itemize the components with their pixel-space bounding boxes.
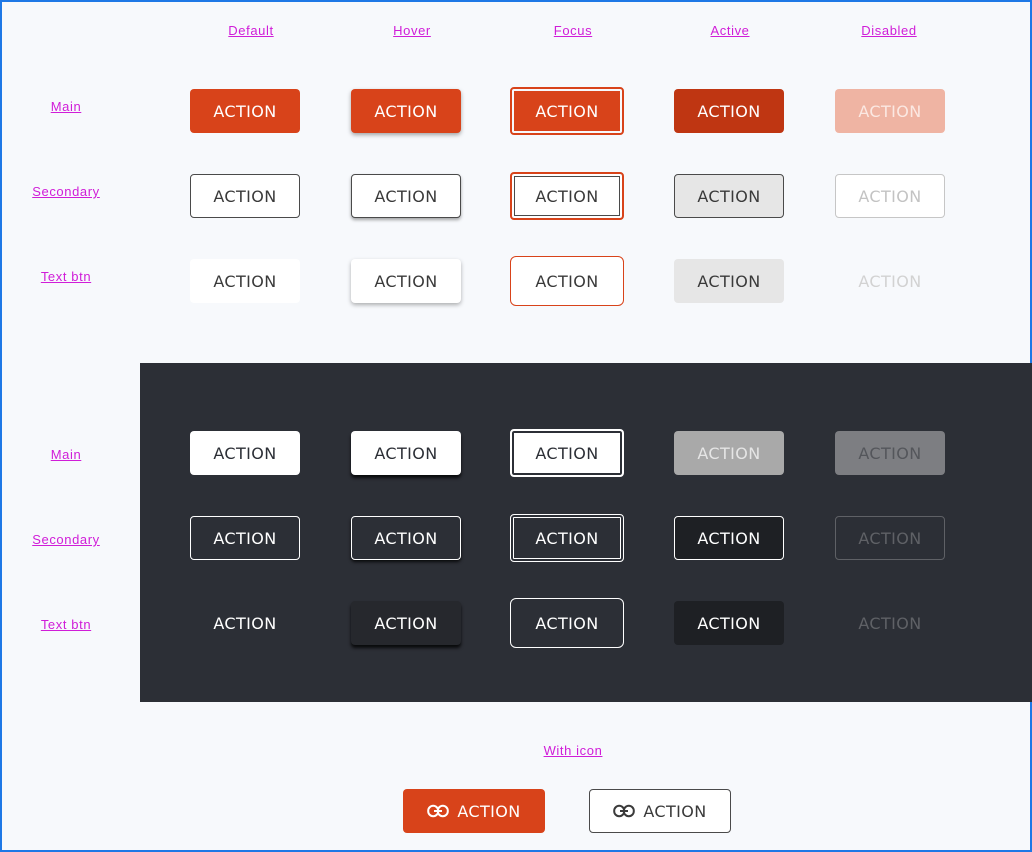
dark-main-disabled-button: ACTION (835, 431, 945, 475)
dark-row-label-secondary: Secondary (32, 532, 100, 547)
link-icon (427, 804, 450, 818)
dark-main-default-button[interactable]: ACTION (190, 431, 300, 475)
section-label-with-icon: With icon (543, 743, 603, 758)
light-text-disabled-button: ACTION (858, 271, 922, 291)
column-label-default: Default (228, 23, 274, 38)
link-icon (613, 804, 636, 818)
secondary-icon-button-label: ACTION (643, 801, 707, 821)
light-text-hover-button[interactable]: ACTION (351, 259, 461, 303)
column-label-disabled: Disabled (861, 23, 917, 38)
secondary-icon-button[interactable]: ACTION (589, 789, 731, 833)
dark-main-focus-button[interactable]: ACTION (510, 429, 624, 477)
dark-row-label-text-btn: Text btn (40, 617, 92, 632)
dark-main-hover-button[interactable]: ACTION (351, 431, 461, 475)
dark-secondary-active-button[interactable]: ACTION (674, 516, 784, 560)
dark-text-active-button[interactable]: ACTION (674, 601, 784, 645)
main-icon-button-label: ACTION (457, 801, 521, 821)
dark-secondary-default-button[interactable]: ACTION (190, 516, 300, 560)
dark-row-label-main: Main (50, 447, 82, 462)
dark-text-hover-button[interactable]: ACTION (351, 601, 461, 645)
main-icon-button[interactable]: ACTION (403, 789, 545, 833)
light-main-focus-button[interactable]: ACTION (510, 87, 624, 135)
dark-main-active-button[interactable]: ACTION (674, 431, 784, 475)
column-label-active: Active (710, 23, 750, 38)
column-label-focus: Focus (553, 23, 593, 38)
light-secondary-disabled-button: ACTION (835, 174, 945, 218)
dark-text-default-button[interactable]: ACTION (190, 601, 300, 645)
light-secondary-default-button[interactable]: ACTION (190, 174, 300, 218)
dark-secondary-hover-button[interactable]: ACTION (351, 516, 461, 560)
light-main-default-button[interactable]: ACTION (190, 89, 300, 133)
column-label-hover: Hover (393, 23, 431, 38)
light-secondary-active-button[interactable]: ACTION (674, 174, 784, 218)
row-label-text-btn: Text btn (40, 269, 92, 284)
light-main-hover-button[interactable]: ACTION (351, 89, 461, 133)
dark-secondary-disabled-button: ACTION (835, 516, 945, 560)
dark-text-disabled-button: ACTION (858, 613, 922, 633)
dark-secondary-focus-button[interactable]: ACTION (510, 514, 624, 562)
light-text-active-button[interactable]: ACTION (674, 259, 784, 303)
light-main-active-button[interactable]: ACTION (674, 89, 784, 133)
row-label-main: Main (50, 99, 82, 114)
light-secondary-focus-button[interactable]: ACTION (510, 172, 624, 220)
light-main-disabled-button: ACTION (835, 89, 945, 133)
light-text-default-button[interactable]: ACTION (190, 259, 300, 303)
light-secondary-hover-button[interactable]: ACTION (351, 174, 461, 218)
row-label-secondary: Secondary (32, 184, 100, 199)
dark-text-focus-button[interactable]: ACTION (510, 598, 624, 648)
light-text-focus-button[interactable]: ACTION (510, 256, 624, 306)
